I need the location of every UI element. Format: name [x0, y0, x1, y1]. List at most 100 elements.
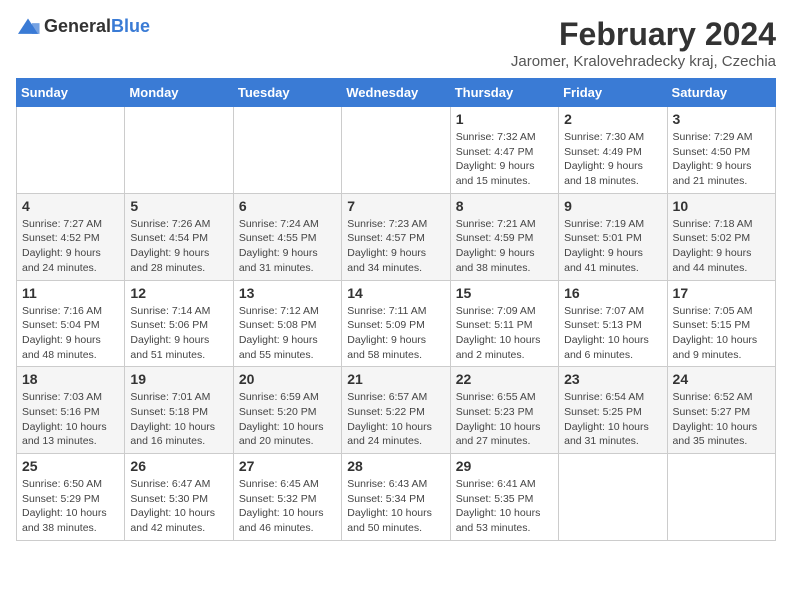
- day-info: and 2 minutes.: [456, 348, 553, 363]
- day-info: Daylight: 9 hours: [564, 159, 661, 174]
- day-info: Daylight: 10 hours: [347, 506, 444, 521]
- day-info: Sunrise: 6:41 AM: [456, 477, 553, 492]
- day-info: Daylight: 9 hours: [130, 246, 227, 261]
- day-info: Sunset: 5:27 PM: [673, 405, 770, 420]
- day-info: Sunset: 5:30 PM: [130, 492, 227, 507]
- day-info: Sunset: 5:18 PM: [130, 405, 227, 420]
- day-info: Sunrise: 6:55 AM: [456, 390, 553, 405]
- day-info: Daylight: 10 hours: [239, 420, 336, 435]
- day-info: Sunrise: 6:43 AM: [347, 477, 444, 492]
- day-info: and 9 minutes.: [673, 348, 770, 363]
- day-number: 16: [564, 285, 661, 301]
- day-info: Sunrise: 6:59 AM: [239, 390, 336, 405]
- week-row-3: 18Sunrise: 7:03 AMSunset: 5:16 PMDayligh…: [17, 367, 776, 454]
- main-title: February 2024: [511, 16, 776, 53]
- day-number: 18: [22, 371, 119, 387]
- day-info: and 24 minutes.: [347, 434, 444, 449]
- day-info: Sunset: 5:22 PM: [347, 405, 444, 420]
- day-number: 19: [130, 371, 227, 387]
- calendar-cell: [559, 454, 667, 541]
- day-info: Sunrise: 7:21 AM: [456, 217, 553, 232]
- calendar-cell: 21Sunrise: 6:57 AMSunset: 5:22 PMDayligh…: [342, 367, 450, 454]
- day-info: and 48 minutes.: [22, 348, 119, 363]
- calendar-cell: 10Sunrise: 7:18 AMSunset: 5:02 PMDayligh…: [667, 193, 775, 280]
- day-info: Daylight: 9 hours: [22, 246, 119, 261]
- day-info: Sunset: 4:57 PM: [347, 231, 444, 246]
- header-sunday: Sunday: [17, 79, 125, 107]
- day-info: Daylight: 9 hours: [564, 246, 661, 261]
- header-monday: Monday: [125, 79, 233, 107]
- day-info: and 27 minutes.: [456, 434, 553, 449]
- day-info: and 55 minutes.: [239, 348, 336, 363]
- day-info: Daylight: 9 hours: [347, 246, 444, 261]
- day-number: 9: [564, 198, 661, 214]
- day-info: Sunrise: 7:01 AM: [130, 390, 227, 405]
- day-number: 10: [673, 198, 770, 214]
- day-info: Sunrise: 6:52 AM: [673, 390, 770, 405]
- day-info: Daylight: 10 hours: [347, 420, 444, 435]
- day-info: Sunset: 4:59 PM: [456, 231, 553, 246]
- day-number: 11: [22, 285, 119, 301]
- day-number: 8: [456, 198, 553, 214]
- day-info: Daylight: 10 hours: [130, 420, 227, 435]
- calendar-header-row: SundayMondayTuesdayWednesdayThursdayFrid…: [17, 79, 776, 107]
- day-info: and 51 minutes.: [130, 348, 227, 363]
- calendar-cell: 14Sunrise: 7:11 AMSunset: 5:09 PMDayligh…: [342, 280, 450, 367]
- calendar-cell: 25Sunrise: 6:50 AMSunset: 5:29 PMDayligh…: [17, 454, 125, 541]
- day-info: Daylight: 10 hours: [130, 506, 227, 521]
- day-info: Daylight: 10 hours: [239, 506, 336, 521]
- day-info: and 20 minutes.: [239, 434, 336, 449]
- day-info: and 44 minutes.: [673, 261, 770, 276]
- day-info: Sunset: 5:25 PM: [564, 405, 661, 420]
- day-number: 26: [130, 458, 227, 474]
- calendar-cell: 3Sunrise: 7:29 AMSunset: 4:50 PMDaylight…: [667, 107, 775, 194]
- day-info: Daylight: 9 hours: [239, 246, 336, 261]
- day-info: Sunset: 5:13 PM: [564, 318, 661, 333]
- day-info: Sunrise: 7:30 AM: [564, 130, 661, 145]
- day-info: Daylight: 10 hours: [456, 420, 553, 435]
- day-info: Daylight: 10 hours: [22, 420, 119, 435]
- day-info: Sunrise: 7:11 AM: [347, 304, 444, 319]
- calendar-cell: 11Sunrise: 7:16 AMSunset: 5:04 PMDayligh…: [17, 280, 125, 367]
- day-info: Sunrise: 7:16 AM: [22, 304, 119, 319]
- day-info: Sunrise: 6:47 AM: [130, 477, 227, 492]
- header-friday: Friday: [559, 79, 667, 107]
- day-number: 23: [564, 371, 661, 387]
- day-info: Sunset: 4:54 PM: [130, 231, 227, 246]
- week-row-4: 25Sunrise: 6:50 AMSunset: 5:29 PMDayligh…: [17, 454, 776, 541]
- day-info: Sunrise: 7:18 AM: [673, 217, 770, 232]
- day-info: Sunset: 4:49 PM: [564, 145, 661, 160]
- calendar-cell: 20Sunrise: 6:59 AMSunset: 5:20 PMDayligh…: [233, 367, 341, 454]
- day-info: and 41 minutes.: [564, 261, 661, 276]
- logo: GeneralBlue: [16, 16, 150, 37]
- day-info: Sunset: 5:02 PM: [673, 231, 770, 246]
- day-number: 4: [22, 198, 119, 214]
- day-info: Daylight: 10 hours: [22, 506, 119, 521]
- day-info: and 42 minutes.: [130, 521, 227, 536]
- day-info: Sunset: 5:11 PM: [456, 318, 553, 333]
- day-info: and 15 minutes.: [456, 174, 553, 189]
- day-info: and 46 minutes.: [239, 521, 336, 536]
- page-header: GeneralBlue February 2024 Jaromer, Kralo…: [16, 16, 776, 70]
- day-info: and 34 minutes.: [347, 261, 444, 276]
- day-info: Sunset: 5:32 PM: [239, 492, 336, 507]
- calendar-cell: 29Sunrise: 6:41 AMSunset: 5:35 PMDayligh…: [450, 454, 558, 541]
- day-number: 17: [673, 285, 770, 301]
- day-info: Sunset: 5:01 PM: [564, 231, 661, 246]
- calendar-cell: 27Sunrise: 6:45 AMSunset: 5:32 PMDayligh…: [233, 454, 341, 541]
- day-number: 3: [673, 111, 770, 127]
- calendar-cell: 8 Sunrise: 7:21 AMSunset: 4:59 PMDaylight…: [450, 193, 558, 280]
- day-info: Sunrise: 7:19 AM: [564, 217, 661, 232]
- calendar-cell: 5Sunrise: 7:26 AMSunset: 4:54 PMDaylight…: [125, 193, 233, 280]
- day-info: and 18 minutes.: [564, 174, 661, 189]
- header-tuesday: Tuesday: [233, 79, 341, 107]
- day-info: Daylight: 9 hours: [456, 246, 553, 261]
- day-info: Daylight: 9 hours: [673, 159, 770, 174]
- calendar-cell: [667, 454, 775, 541]
- day-info: Sunset: 5:16 PM: [22, 405, 119, 420]
- day-info: Sunrise: 7:14 AM: [130, 304, 227, 319]
- calendar-cell: 9 Sunrise: 7:19 AMSunset: 5:01 PMDaylight…: [559, 193, 667, 280]
- day-info: Sunset: 5:09 PM: [347, 318, 444, 333]
- header-thursday: Thursday: [450, 79, 558, 107]
- day-info: Daylight: 9 hours: [22, 333, 119, 348]
